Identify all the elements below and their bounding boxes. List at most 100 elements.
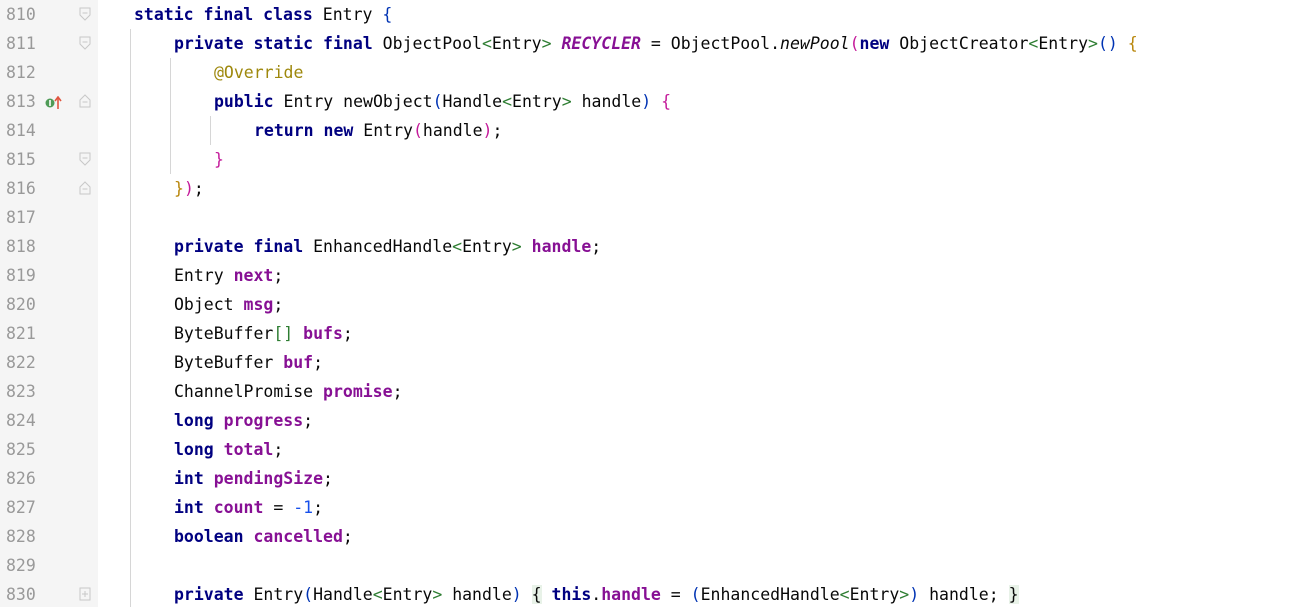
code-token: ObjectPool: [382, 34, 482, 53]
code-line: boolean cancelled;: [98, 522, 1294, 551]
code-token: ;: [273, 266, 284, 285]
fold-collapse-icon[interactable]: [79, 181, 91, 195]
line-number: 829: [6, 556, 36, 575]
code-token: >: [1088, 34, 1098, 53]
code-token: cancelled: [253, 527, 343, 546]
gutter-row: 825: [0, 435, 98, 464]
code-token: ): [482, 121, 493, 140]
code-token: Handle: [442, 92, 503, 111]
line-number: 819: [6, 266, 36, 285]
gutter-row: 830: [0, 580, 98, 609]
code-token: ): [511, 585, 532, 604]
code-line: });: [98, 174, 1294, 203]
code-token: handle: [581, 92, 642, 111]
gutter-row: 817: [0, 203, 98, 232]
code-line: private final EnhancedHandle<Entry> hand…: [98, 232, 1294, 261]
gutter-row: 820: [0, 290, 98, 319]
code-editor[interactable]: static final class Entry {private static…: [98, 0, 1294, 607]
code-line: ChannelPromise promise;: [98, 377, 1294, 406]
gutter-row: 823: [0, 377, 98, 406]
code-line: static final class Entry {: [98, 0, 1294, 29]
code-token: buf: [283, 353, 314, 372]
code-token: <: [452, 237, 463, 256]
code-token: =: [263, 498, 294, 517]
code-token: Handle: [313, 585, 373, 604]
line-number: 812: [6, 63, 36, 82]
code-token: Entry: [491, 34, 542, 53]
code-token: (: [432, 92, 443, 111]
code-line: Object msg;: [98, 290, 1294, 319]
code-token: ): [183, 179, 194, 198]
line-number: 824: [6, 411, 36, 430]
gutter-row: 813: [0, 87, 98, 116]
code-token: = ObjectPool.: [640, 34, 781, 53]
line-number: 823: [6, 382, 36, 401]
line-number-gutter: 810 811 812 813 814 815 816 817 818 819 820 821 822 8…: [0, 0, 98, 607]
line-number: 822: [6, 353, 36, 372]
code-token: private: [174, 585, 254, 604]
code-token: Entry: [363, 121, 413, 140]
gutter-row: 810: [0, 0, 98, 29]
code-token: }: [214, 150, 224, 169]
code-token: ): [909, 585, 930, 604]
code-token: total: [223, 440, 274, 459]
code-token: newObject: [343, 92, 433, 111]
line-number: 826: [6, 469, 36, 488]
fold-collapse-icon[interactable]: [79, 7, 91, 21]
code-line: ByteBuffer[] bufs;: [98, 319, 1294, 348]
gutter-row: 819: [0, 261, 98, 290]
code-token: >: [511, 237, 532, 256]
code-token: Entry: [849, 585, 900, 604]
code-token: (: [690, 585, 701, 604]
code-token: ByteBuffer: [174, 353, 284, 372]
code-token: boolean: [174, 527, 254, 546]
code-token: handle: [531, 237, 592, 256]
code-token: final: [323, 34, 383, 53]
fold-expand-icon[interactable]: [79, 587, 91, 601]
code-token: class: [263, 5, 323, 24]
gutter-row: 829: [0, 551, 98, 580]
gutter-row: 814: [0, 116, 98, 145]
code-line: Entry next;: [98, 261, 1294, 290]
code-token: (): [1097, 34, 1128, 53]
code-token: =: [660, 585, 691, 604]
implements-method-icon[interactable]: [45, 95, 65, 109]
line-number: 814: [6, 121, 36, 140]
code-token: (: [849, 34, 860, 53]
code-token: ;: [392, 382, 403, 401]
fold-collapse-icon[interactable]: [79, 94, 91, 108]
code-token: long: [174, 411, 224, 430]
code-line: public Entry newObject(Handle<Entry> han…: [98, 87, 1294, 116]
fold-collapse-icon[interactable]: [79, 152, 91, 166]
code-token: {: [531, 585, 542, 604]
code-token: ;: [323, 469, 333, 488]
code-token: Object: [174, 295, 244, 314]
gutter-row: 822: [0, 348, 98, 377]
gutter-row: 816: [0, 174, 98, 203]
code-token: handle: [452, 585, 512, 604]
code-token: <: [502, 92, 513, 111]
code-line: long progress;: [98, 406, 1294, 435]
code-token: count: [213, 498, 264, 517]
code-token: ObjectCreator: [899, 34, 1029, 53]
code-token: (: [303, 585, 314, 604]
code-token: <: [839, 585, 850, 604]
line-number: 830: [6, 585, 36, 604]
code-token: handle: [601, 585, 661, 604]
code-token: -1: [293, 498, 314, 517]
code-token: Entry: [174, 266, 234, 285]
code-token: Entry: [253, 585, 304, 604]
code-token: progress: [223, 411, 304, 430]
code-token: (: [412, 121, 423, 140]
fold-collapse-icon[interactable]: [79, 36, 91, 50]
line-number: 827: [6, 498, 36, 517]
gutter-row: 828: [0, 522, 98, 551]
code-line: long total;: [98, 435, 1294, 464]
code-line: @Override: [98, 58, 1294, 87]
line-number: 813: [6, 92, 36, 111]
gutter-row: 812: [0, 58, 98, 87]
code-token: return: [254, 121, 324, 140]
code-line: private static final ObjectPool<Entry> R…: [98, 29, 1294, 58]
